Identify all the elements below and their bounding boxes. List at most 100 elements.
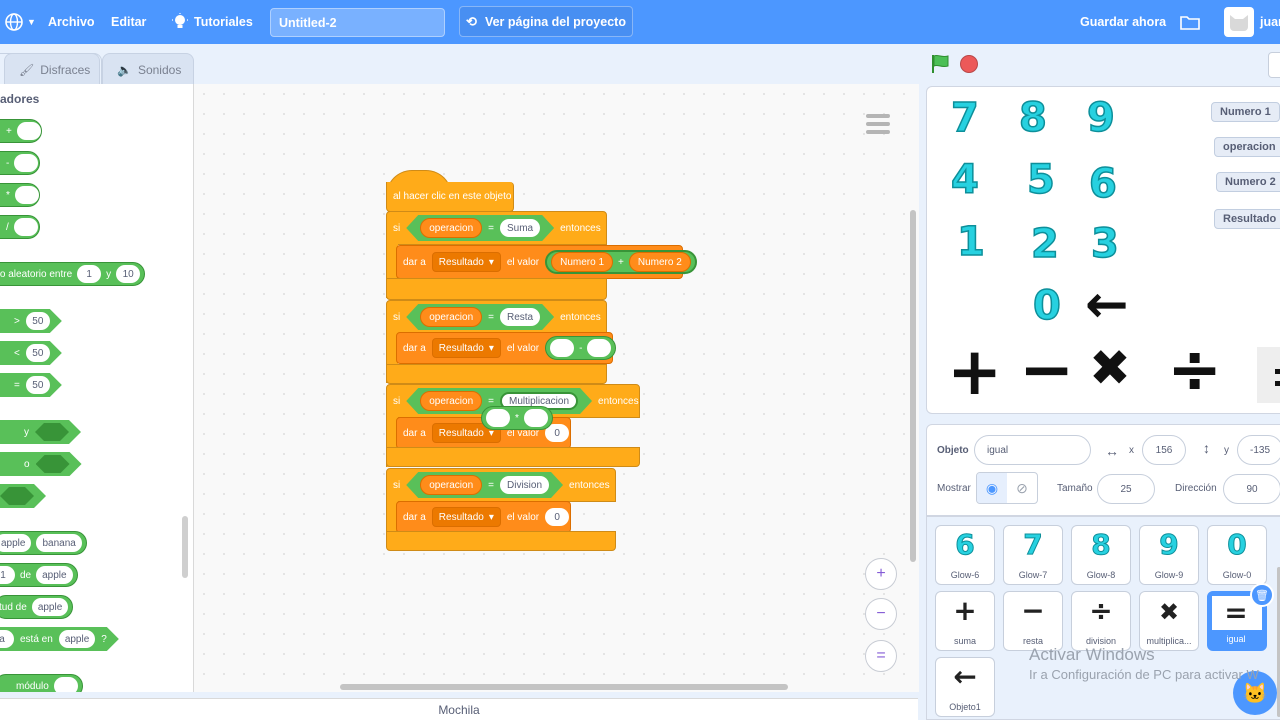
block-join[interactable]: apple banana <box>0 531 87 555</box>
minus-sprite[interactable]: − <box>1019 331 1074 408</box>
stage-size-button[interactable] <box>1268 52 1280 78</box>
block-length-of[interactable]: tud de apple <box>0 595 74 619</box>
save-now-button[interactable]: Guardar ahora <box>1080 0 1166 44</box>
backpack-bar[interactable]: Mochila <box>0 698 918 720</box>
tab-disfraces[interactable]: 🖌 Disfraces <box>4 53 100 85</box>
divide-sprite[interactable]: ÷ <box>1167 331 1222 408</box>
block-multiply[interactable]: * <box>0 183 40 207</box>
backspace-arrow-icon[interactable]: ← <box>1085 275 1129 335</box>
tamano-label: Tamaño <box>1057 483 1093 494</box>
equals-sprite[interactable] <box>1257 347 1280 403</box>
when-sprite-clicked-block[interactable]: al hacer clic en este objeto <box>386 182 514 212</box>
sprite-info-panel: Objeto igual ↔ x 156 ↕ y -135 Mostrar ◉ … <box>926 424 1280 516</box>
show-toggle[interactable]: ◉ ⊘ <box>976 472 1038 504</box>
see-project-page-label: Ver página del proyecto <box>484 14 626 29</box>
tab-sonidos[interactable]: 🔈 Sonidos <box>102 53 194 85</box>
delete-sprite-button[interactable]: 🗑 <box>1250 583 1274 607</box>
block-less[interactable]: <50 <box>0 341 62 365</box>
set-resultado-suma[interactable]: dar a Resultado ▾ el valor Numero 1 + Numero … <box>396 245 697 279</box>
avatar <box>1224 7 1254 37</box>
block-letter-of[interactable]: 1 de apple <box>0 563 78 587</box>
block-mod[interactable]: módulo <box>0 674 83 692</box>
sprite-tile[interactable]: − resta <box>1003 591 1063 651</box>
block-and[interactable]: y <box>0 420 81 444</box>
sprite-tile[interactable]: 8 Glow-8 <box>1071 525 1131 585</box>
stop-icon[interactable] <box>960 55 978 73</box>
project-title-input[interactable]: Untitled-2 <box>270 8 445 37</box>
block-random[interactable]: ero aleatorio entre1y10 <box>0 262 146 286</box>
folder-icon[interactable] <box>1180 0 1200 44</box>
vertical-arrows-icon: ↕ <box>1203 440 1210 456</box>
green-flag-icon[interactable] <box>929 53 951 75</box>
horizontal-scrollbar[interactable] <box>340 684 788 690</box>
sprite-tile[interactable]: 0 Glow-0 <box>1207 525 1267 585</box>
zoom-out-button[interactable]: − <box>865 598 897 630</box>
set-resultado-resta[interactable]: dar a Resultado ▾ el valor - <box>396 332 617 364</box>
tutoriales-menu[interactable]: Tutoriales <box>172 0 253 44</box>
if-block-division[interactable]: si operacion = Division entonces <box>386 468 616 502</box>
objeto-label: Objeto <box>937 445 969 456</box>
if-end-multiplicacion <box>386 447 640 467</box>
size-input[interactable]: 25 <box>1097 474 1155 504</box>
sprite-tile[interactable]: 7 Glow-7 <box>1003 525 1063 585</box>
digit-4[interactable]: 4 <box>950 156 979 204</box>
trash-icon: 🗑 <box>1255 589 1269 602</box>
digit-9[interactable]: 9 <box>1086 94 1115 142</box>
block-subtract[interactable]: - <box>0 151 40 175</box>
zoom-reset-button[interactable]: = <box>865 640 897 672</box>
caret-down-icon: ▾ <box>488 511 494 523</box>
variable-monitor-operacion: operacion <box>1214 137 1280 157</box>
editar-menu[interactable]: Editar <box>111 0 146 44</box>
block-or[interactable]: o <box>0 452 82 476</box>
see-project-page-button[interactable]: ⟲ Ver página del proyecto <box>459 6 633 37</box>
block-equals[interactable]: = 50 <box>0 373 62 397</box>
times-sprite[interactable]: ✖ <box>1089 339 1131 397</box>
sprite-tile[interactable]: ← Objeto1 <box>935 657 995 717</box>
zoom-in-button[interactable]: + <box>865 558 897 590</box>
digit-3[interactable]: 3 <box>1090 220 1119 268</box>
variable-monitor-numero2: Numero 2 <box>1216 172 1280 192</box>
eye-hidden-icon[interactable]: ⊘ <box>1007 473 1037 503</box>
if-end-resta <box>386 364 607 384</box>
sprite-tile[interactable]: ÷ division <box>1071 591 1131 651</box>
block-contains[interactable]: aestá enapple? <box>0 627 119 651</box>
sprite-tile[interactable]: + suma <box>935 591 995 651</box>
script-area[interactable]: al hacer clic en este objeto si operacio… <box>194 84 919 692</box>
archivo-menu[interactable]: Archivo <box>48 0 95 44</box>
user-menu[interactable]: juan <box>1224 0 1280 44</box>
x-input[interactable]: 156 <box>1142 435 1186 465</box>
sprite-tile[interactable]: ✖ multiplica... <box>1139 591 1199 651</box>
mostrar-label: Mostrar <box>937 483 971 494</box>
sprite-tile[interactable]: 9 Glow-9 <box>1139 525 1199 585</box>
sprite-name-input[interactable]: igual <box>974 435 1091 465</box>
block-not[interactable] <box>0 484 46 508</box>
zoom-out-icon: − <box>876 605 886 622</box>
digit-2[interactable]: 2 <box>1030 220 1059 268</box>
multiply-reporter-dragging[interactable]: * <box>481 406 553 430</box>
eye-icon[interactable]: ◉ <box>977 473 1007 503</box>
speaker-icon: 🔈 <box>117 62 132 77</box>
digit-7[interactable]: 7 <box>950 94 979 142</box>
digit-1[interactable]: 1 <box>956 218 985 266</box>
digit-5[interactable]: 5 <box>1026 156 1055 204</box>
vertical-scrollbar[interactable] <box>910 210 916 562</box>
block-add[interactable]: + <box>0 119 42 143</box>
block-divide[interactable]: / <box>0 215 40 239</box>
digit-8[interactable]: 8 <box>1018 94 1047 142</box>
palette-scrollbar[interactable] <box>182 516 188 578</box>
y-input[interactable]: -135 <box>1237 435 1280 465</box>
direction-input[interactable]: 90 <box>1223 474 1280 504</box>
if-block-suma[interactable]: si operacion = Suma entonces <box>386 211 607 245</box>
language-menu[interactable]: ▼ <box>4 0 36 44</box>
block-greater[interactable]: >50 <box>0 309 62 333</box>
if-block-resta[interactable]: si operacion = Resta entonces <box>386 300 607 334</box>
digit-0[interactable]: 0 <box>1032 282 1061 330</box>
caret-down-icon: ▼ <box>27 17 36 27</box>
set-resultado-division[interactable]: dar a Resultado ▾ el valor 0 <box>396 501 571 533</box>
variable-monitor-numero1: Numero 1 <box>1211 102 1280 122</box>
stage[interactable]: 7 8 9 4 5 6 1 2 3 0 ← + − ✖ ÷ Numero 1 o… <box>926 86 1280 414</box>
digit-6[interactable]: 6 <box>1088 160 1117 208</box>
sprite-tile[interactable]: 6 Glow-6 <box>935 525 995 585</box>
plus-sprite[interactable]: + <box>947 333 1002 410</box>
hamburger-icon[interactable] <box>866 114 890 134</box>
